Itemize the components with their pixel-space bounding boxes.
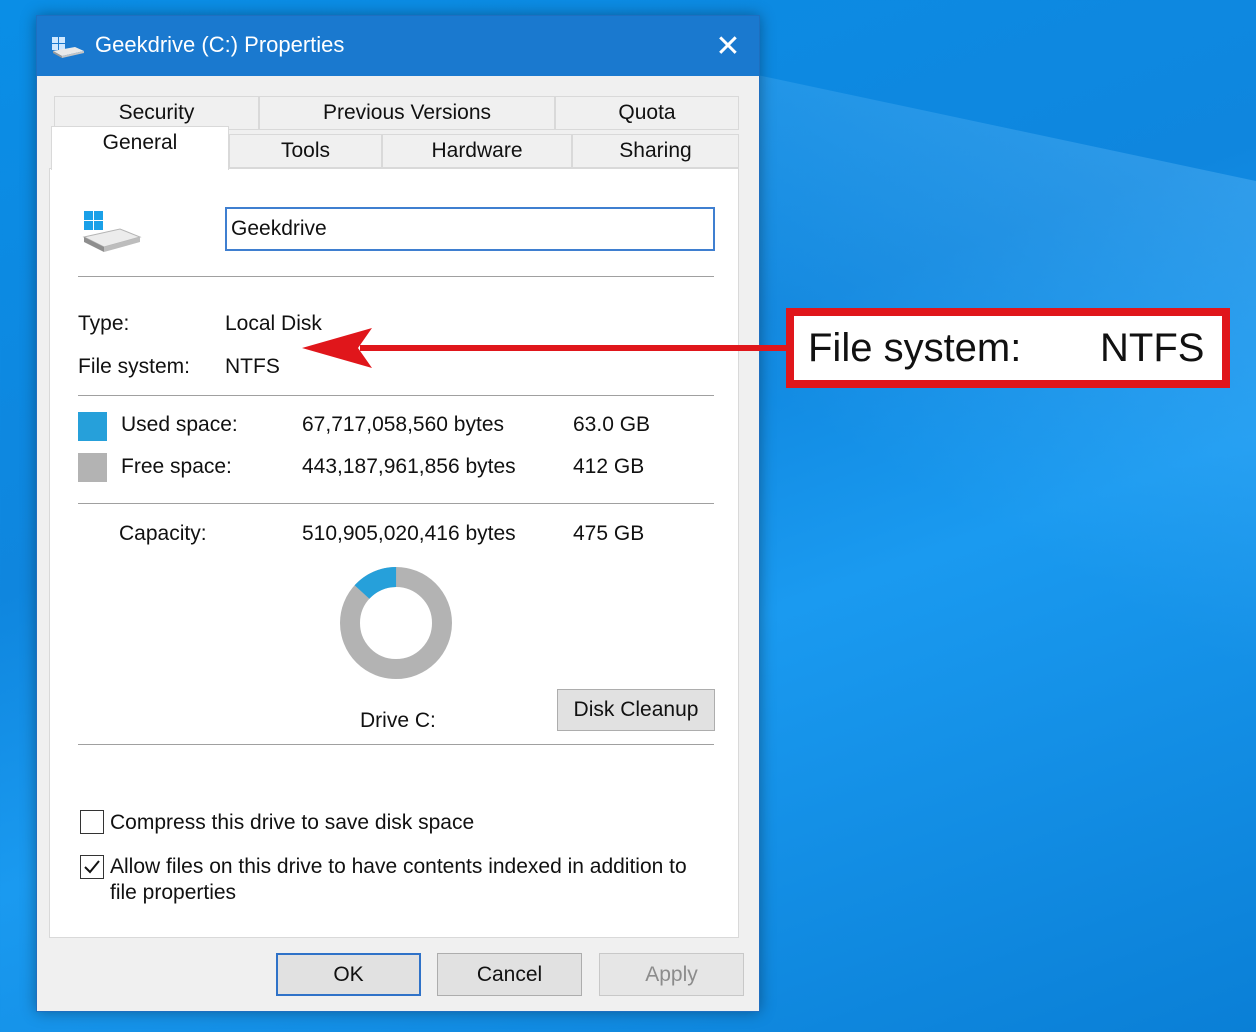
tab-sharing[interactable]: Sharing bbox=[572, 134, 739, 168]
separator bbox=[78, 276, 714, 277]
ok-button[interactable]: OK bbox=[276, 953, 421, 996]
free-space-gb: 412 GB bbox=[573, 455, 645, 478]
capacity-bytes: 510,905,020,416 bytes bbox=[302, 522, 516, 545]
file-system-label: File system: bbox=[78, 355, 191, 378]
disk-usage-donut bbox=[340, 567, 452, 679]
separator bbox=[78, 744, 714, 745]
free-space-swatch bbox=[78, 453, 107, 482]
index-label-line1: Allow files on this drive to have conten… bbox=[110, 855, 687, 878]
title-bar[interactable]: Geekdrive (C:) Properties ✕ bbox=[37, 16, 759, 76]
cancel-button[interactable]: Cancel bbox=[437, 953, 582, 996]
type-label: Type: bbox=[78, 312, 130, 335]
tab-security[interactable]: Security bbox=[54, 96, 259, 130]
close-icon: ✕ bbox=[715, 29, 741, 63]
tab-hardware[interactable]: Hardware bbox=[382, 134, 572, 168]
general-tab-panel: Type: Local Disk File system: NTFS Used … bbox=[49, 168, 739, 938]
separator bbox=[78, 395, 714, 396]
compress-checkbox[interactable] bbox=[80, 810, 104, 834]
drive-letter-label: Drive C: bbox=[360, 709, 436, 732]
drive-name-input[interactable] bbox=[225, 207, 715, 251]
index-checkbox[interactable] bbox=[80, 855, 104, 879]
window-title: Geekdrive (C:) Properties bbox=[95, 32, 345, 57]
drive-icon bbox=[82, 211, 142, 252]
free-space-bytes: 443,187,961,856 bytes bbox=[302, 455, 516, 478]
drive-small-icon bbox=[52, 37, 84, 58]
checkmark-icon bbox=[84, 860, 100, 874]
file-system-value: NTFS bbox=[225, 355, 280, 378]
file-system-callout: File system: NTFS bbox=[786, 308, 1230, 388]
desktop-background-light bbox=[760, 75, 1256, 925]
tab-general[interactable]: General bbox=[51, 126, 229, 170]
used-space-gb: 63.0 GB bbox=[573, 413, 651, 436]
capacity-label: Capacity: bbox=[119, 522, 207, 545]
tab-previous-versions[interactable]: Previous Versions bbox=[259, 96, 555, 130]
index-label-line2: file properties bbox=[110, 881, 237, 904]
apply-button[interactable]: Apply bbox=[599, 953, 744, 996]
tab-tools[interactable]: Tools bbox=[229, 134, 382, 168]
used-space-bytes: 67,717,058,560 bytes bbox=[302, 413, 505, 436]
properties-window: Geekdrive (C:) Properties ✕ Security Pre… bbox=[36, 15, 760, 1012]
compress-label: Compress this drive to save disk space bbox=[110, 811, 475, 834]
capacity-gb: 475 GB bbox=[573, 522, 645, 545]
callout-value: NTFS bbox=[1100, 326, 1205, 370]
separator bbox=[78, 503, 714, 504]
close-button[interactable]: ✕ bbox=[697, 16, 759, 76]
annotation-arrow-icon bbox=[302, 328, 790, 368]
used-space-swatch bbox=[78, 412, 107, 441]
free-space-label: Free space: bbox=[121, 455, 232, 478]
disk-cleanup-button[interactable]: Disk Cleanup bbox=[557, 689, 715, 731]
tab-quota[interactable]: Quota bbox=[555, 96, 739, 130]
used-space-label: Used space: bbox=[121, 413, 238, 436]
callout-label: File system: bbox=[808, 326, 1022, 370]
